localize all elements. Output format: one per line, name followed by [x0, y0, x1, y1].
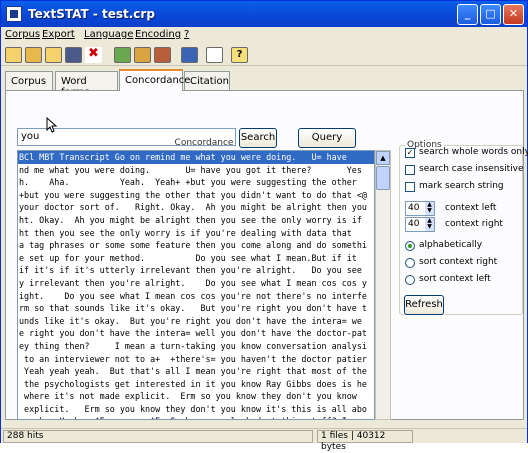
copy-icon[interactable]	[206, 47, 223, 63]
close-button[interactable]: ✕	[503, 4, 524, 25]
maximize-button[interactable]: □	[480, 4, 501, 25]
sort-context-left-label: sort context left	[419, 274, 491, 284]
concordance-line[interactable]: to an interviewer not to a+ +there's= yo…	[18, 353, 374, 366]
concordance-line[interactable]: a tag phrases or some some feature then …	[18, 239, 374, 252]
menu-encoding[interactable]: Encoding	[135, 29, 181, 40]
scroll-up-button[interactable]: ▲	[376, 151, 390, 165]
toolbar: ✖ ?	[1, 44, 527, 66]
app-window: TextSTAT - test.crp _ □ ✕ Corpus Export …	[0, 0, 528, 452]
concordance-line[interactable]: explicit. Erm so you know they don't you…	[18, 403, 374, 416]
context-right-value: 40	[408, 219, 420, 229]
scroll-thumb[interactable]	[376, 166, 390, 190]
concordance-line[interactable]: y irrelevant then you're alright. Do you…	[18, 277, 374, 290]
new-corpus-icon[interactable]	[5, 47, 22, 63]
search-whole-words-label: search whole words only	[419, 147, 528, 157]
concordance-line[interactable]: BCl MBT Transcript Go on remind me what …	[18, 151, 374, 164]
concordance-line[interactable]: if it's if it's utterly irrelevant then …	[18, 264, 374, 277]
concordance-line[interactable]: yeah. Yeah. <$E> pause <$E> So have you …	[18, 415, 374, 419]
grid-icon[interactable]	[181, 47, 198, 63]
context-left-label: context left	[445, 203, 497, 213]
concordance-scrollbar[interactable]: ▲	[375, 150, 391, 420]
sort-context-right-radio[interactable]	[405, 258, 415, 268]
menu-export[interactable]: Export	[42, 29, 75, 40]
concordance-line[interactable]: ight. Do you see what I mean cos cos you…	[18, 290, 374, 303]
concordance-line[interactable]: ey thing then? I mean a turn-taking you …	[18, 340, 374, 353]
context-left-spinner[interactable]: 40 ▲ ▼	[405, 201, 435, 216]
concordance-line[interactable]: where it's not made explicit. Erm so you…	[18, 390, 374, 403]
minimize-button[interactable]: _	[457, 4, 478, 25]
sort-alphabetically-radio[interactable]	[405, 241, 415, 251]
menu-corpus[interactable]: Corpus	[5, 29, 40, 40]
menu-language[interactable]: Language	[84, 29, 133, 40]
help-icon[interactable]: ?	[231, 47, 248, 63]
tab-concordance[interactable]: Concordance	[119, 69, 190, 91]
search-whole-words-checkbox[interactable]: ✓	[405, 148, 415, 158]
file-info: 1 files | 40312 bytes	[317, 430, 413, 452]
context-right-label: context right	[445, 219, 503, 229]
menu-bar: Corpus Export Language Encoding ?	[1, 27, 527, 44]
menu-help[interactable]: ?	[184, 29, 189, 40]
open-icon[interactable]	[45, 47, 62, 63]
tab-citation[interactable]: Citation	[184, 71, 230, 91]
save-icon[interactable]	[65, 47, 82, 63]
concordance-line[interactable]: nd me what you were doing. U= have you g…	[18, 164, 374, 177]
remove-file-icon[interactable]	[154, 47, 171, 63]
window-title: TextSTAT - test.crp	[28, 7, 155, 21]
case-insensitive-checkbox[interactable]	[405, 165, 415, 175]
context-right-spinner[interactable]: 40 ▲ ▼	[405, 217, 435, 232]
open-corpus-icon[interactable]	[25, 47, 42, 63]
sort-context-left-radio[interactable]	[405, 275, 415, 285]
concordance-line[interactable]: rm so that sounds like it's okay. But yo…	[18, 302, 374, 315]
tab-strip: Corpus Word forms Concordance Citation	[1, 69, 527, 98]
concordance-line[interactable]: ht. Okay. Ah you might be alright then y…	[18, 214, 374, 227]
title-bar[interactable]: TextSTAT - test.crp _ □ ✕	[1, 1, 527, 27]
concordance-line[interactable]: the psychologists get interested in it y…	[18, 378, 374, 391]
concordance-line[interactable]: unds like it's okay. But you're right yo…	[18, 315, 374, 328]
add-web-icon[interactable]	[134, 47, 151, 63]
status-bar: 288 hits 1 files | 40312 bytes	[1, 428, 527, 452]
hits-count: 288 hits	[3, 430, 313, 443]
concordance-line[interactable]: +but you were suggesting the other that …	[18, 189, 374, 202]
refresh-button[interactable]: Refresh	[404, 295, 444, 315]
mark-search-string-label: mark search string	[419, 181, 504, 191]
case-insensitive-label: search case insensitive	[419, 164, 524, 174]
context-left-value: 40	[408, 203, 420, 213]
sort-context-right-label: sort context right	[419, 257, 498, 267]
sort-alphabetically-label: alphabetically	[419, 240, 483, 250]
tab-corpus[interactable]: Corpus	[5, 71, 53, 91]
delete-icon[interactable]: ✖	[85, 47, 102, 63]
concordance-line[interactable]: h. Aha. Yeah. Yeah+ +but you were sugges…	[18, 176, 374, 189]
concordance-header: Concordance	[174, 138, 234, 148]
app-icon	[6, 6, 22, 22]
concordance-line[interactable]: e right you don't have the intera= well …	[18, 327, 374, 340]
mouse-cursor-icon	[46, 117, 58, 133]
tab-word-forms[interactable]: Word forms	[55, 71, 118, 98]
concordance-line[interactable]: your doctor sort of. Right. Okay. Ah you…	[18, 201, 374, 214]
concordance-line[interactable]: e set up for your method. Do you see wha…	[18, 252, 374, 265]
concordance-list[interactable]: BCl MBT Transcript Go on remind me what …	[17, 150, 375, 420]
mark-search-string-checkbox[interactable]	[405, 182, 415, 192]
concordance-line[interactable]: Yeah yeah yeah. But that's all I mean yo…	[18, 365, 374, 378]
add-file-icon[interactable]	[114, 47, 131, 63]
concordance-line[interactable]: ht then you see the only worry is if you…	[18, 227, 374, 240]
context-left-arrows-icon[interactable]: ▲ ▼	[425, 202, 434, 215]
context-right-arrows-icon[interactable]: ▲ ▼	[425, 218, 434, 231]
